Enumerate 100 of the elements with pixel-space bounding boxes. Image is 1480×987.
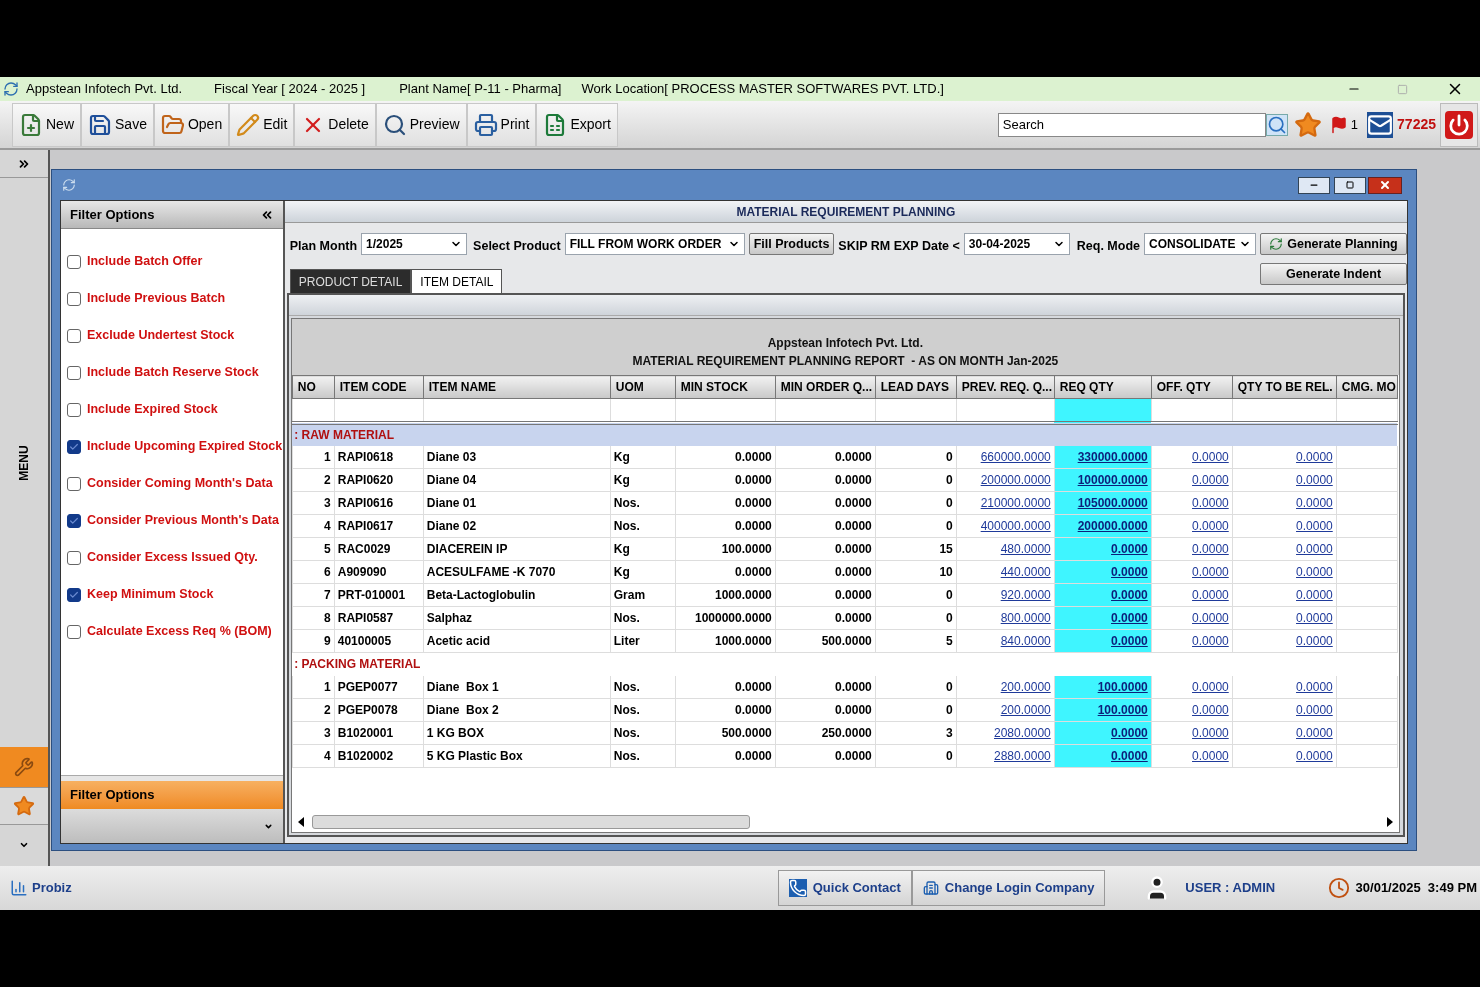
panel-title: Filter Options <box>70 205 156 224</box>
table-cell: Gram <box>613 588 646 602</box>
table-cell: B1020001 <box>337 726 394 740</box>
column-header[interactable]: MIN STOCK <box>675 375 776 399</box>
column-header[interactable]: REQ QTY <box>1054 375 1152 399</box>
field-label: SKIP RM EXP Date < <box>838 238 960 255</box>
quantity-link[interactable]: 210000.0000 <box>980 496 1051 510</box>
quantity-link[interactable]: 0.0000 <box>1192 449 1229 464</box>
column-header[interactable]: PREV. REQ. Q... <box>956 375 1055 399</box>
toolbar-button[interactable]: Export <box>536 102 618 147</box>
quantity-link[interactable]: 0.0000 <box>1192 496 1229 510</box>
toolbar-button[interactable]: Save <box>81 102 154 147</box>
product-dropdown[interactable]: FILL FROM WORK ORDER <box>564 233 745 255</box>
column-header[interactable]: MIN ORDER Q... <box>775 375 876 399</box>
quantity-link[interactable]: 0.0000 <box>1296 473 1333 487</box>
status-button[interactable]: Quick Contact <box>777 870 912 906</box>
table-cell: 6 <box>324 565 331 579</box>
table-cell: 3 <box>946 726 953 740</box>
tab[interactable]: ITEM DETAIL <box>411 269 503 293</box>
table-cell: 0.0000 <box>835 611 872 625</box>
column-header[interactable]: ITEM CODE <box>334 375 424 399</box>
table-cell: Kg <box>613 565 630 579</box>
quantity-link[interactable]: 0.0000 <box>1192 473 1229 487</box>
generate-planning-button[interactable]: Generate Planning <box>1260 233 1407 255</box>
quantity-link[interactable]: 0.0000 <box>1296 449 1333 464</box>
quantity-link[interactable]: 0.0000 <box>1296 726 1333 740</box>
field-label: Req. Mode <box>1076 238 1140 255</box>
generate-indent-button[interactable]: Generate Indent <box>1260 263 1407 285</box>
quantity-link[interactable]: 400000.0000 <box>980 519 1051 533</box>
table-cell: 8 <box>324 611 331 625</box>
table-cell: 0 <box>946 588 953 602</box>
table-cell: Kg <box>613 449 630 464</box>
quantity-link[interactable]: 920.0000 <box>1000 588 1051 602</box>
table-cell: 4 <box>324 749 331 763</box>
column-header[interactable]: LEAD DAYS <box>875 375 957 399</box>
column-header[interactable]: OFF. QTY <box>1151 375 1233 399</box>
checkbox-label: Keep Minimum Stock <box>87 586 214 604</box>
table-cell: Nos. <box>613 703 640 717</box>
quantity-link[interactable]: 2880.0000 <box>994 749 1051 763</box>
quantity-link[interactable]: 0.0000 <box>1192 588 1229 602</box>
toolbar-button[interactable]: Preview <box>375 102 467 147</box>
table-cell: RAPI0616 <box>337 496 394 510</box>
table-cell: 0.0000 <box>835 679 872 694</box>
quantity-link[interactable]: 200.0000 <box>1000 679 1051 694</box>
quantity-link[interactable]: 0.0000 <box>1192 542 1229 556</box>
panel-footer-bar[interactable]: Filter Options <box>61 781 283 809</box>
quantity-link[interactable]: 660000.0000 <box>980 449 1051 464</box>
quantity-link[interactable]: 0.0000 <box>1296 749 1333 763</box>
quantity-link[interactable]: 0.0000 <box>1296 542 1333 556</box>
date-dropdown[interactable]: 30-04-2025 <box>963 233 1070 255</box>
plan-month-dropdown[interactable]: 1/2025 <box>361 233 468 255</box>
req-mode-dropdown[interactable]: CONSOLIDATE <box>1144 233 1256 255</box>
quantity-link[interactable]: 0.0000 <box>1192 565 1229 579</box>
table-cell: 0.0000 <box>735 449 772 464</box>
table-cell: 0.0000 <box>835 588 872 602</box>
quantity-link[interactable]: 0.0000 <box>1296 679 1333 694</box>
quantity-link[interactable]: 200000.0000 <box>980 473 1051 487</box>
column-header[interactable]: QTY TO BE REL. <box>1232 375 1337 399</box>
quantity-link[interactable]: 0.0000 <box>1192 634 1229 648</box>
quantity-link[interactable]: 0.0000 <box>1296 703 1333 717</box>
quantity-link[interactable]: 2080.0000 <box>994 726 1051 740</box>
quantity-link[interactable]: 0.0000 <box>1296 496 1333 510</box>
toolbar-button[interactable]: New <box>12 102 81 147</box>
quantity-link[interactable]: 0.0000 <box>1296 519 1333 533</box>
search-field[interactable]: Search <box>997 112 1266 137</box>
column-header[interactable]: ITEM NAME <box>423 375 611 399</box>
toolbar-button[interactable]: Open <box>153 102 230 147</box>
tab[interactable]: PRODUCT DETAIL <box>289 269 412 293</box>
quantity-link[interactable]: 480.0000 <box>1000 542 1051 556</box>
quantity-link[interactable]: 840.0000 <box>1000 634 1051 648</box>
quantity-link[interactable]: 200.0000 <box>1000 703 1051 717</box>
quantity-link[interactable]: 440.0000 <box>1000 565 1051 579</box>
table-cell: Diane 02 <box>426 519 477 533</box>
toolbar-button[interactable]: Delete <box>294 102 376 147</box>
quantity-link[interactable]: 0.0000 <box>1296 588 1333 602</box>
quantity-link[interactable]: 0.0000 <box>1192 749 1229 763</box>
quantity-link[interactable]: 0.0000 <box>1192 726 1229 740</box>
quantity-link[interactable]: 0.0000 <box>1296 634 1333 648</box>
quantity-link[interactable]: 0.0000 <box>1192 679 1229 694</box>
toolbar-button[interactable]: Edit <box>229 102 295 147</box>
user-label: USER : ADMIN <box>1185 879 1276 898</box>
column-header[interactable]: NO <box>292 375 335 399</box>
quantity-link[interactable]: 0.0000 <box>1296 611 1333 625</box>
table-cell: 0 <box>946 679 953 694</box>
quantity-link[interactable]: 0.0000 <box>1192 611 1229 625</box>
menu-label[interactable]: MENU <box>15 444 33 481</box>
table-cell: 5 <box>324 542 331 556</box>
form-title: MATERIAL REQUIREMENT PLANNING <box>284 201 1407 223</box>
fill-products-button[interactable]: Fill Products <box>748 233 835 255</box>
status-button[interactable]: Change Login Company <box>911 870 1106 906</box>
table-cell: 0.0000 <box>735 519 772 533</box>
quantity-link[interactable]: 0.0000 <box>1296 565 1333 579</box>
quantity-link[interactable]: 0.0000 <box>1192 703 1229 717</box>
column-header[interactable]: UOM <box>610 375 676 399</box>
column-header[interactable]: CMG. MO <box>1336 375 1398 399</box>
quantity-link[interactable]: 0.0000 <box>1192 519 1229 533</box>
table-cell: 9 <box>324 634 331 648</box>
quantity-link[interactable]: 800.0000 <box>1000 611 1051 625</box>
toolbar-button[interactable]: Print <box>466 102 537 147</box>
report-company: Appstean Infotech Pvt. Ltd. <box>767 335 924 352</box>
